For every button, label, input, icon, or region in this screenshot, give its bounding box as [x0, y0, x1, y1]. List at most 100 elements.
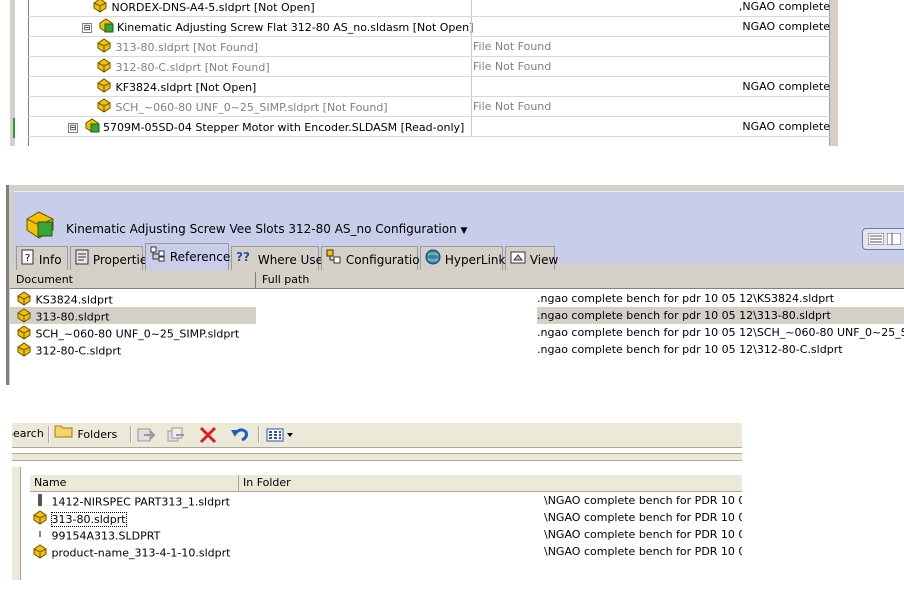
svg-text:??: ?? [236, 250, 250, 264]
part-icon [16, 341, 32, 362]
tree-row[interactable]: ⊟ 5709M-05SD-04 Stepper Motor with Encod… [28, 117, 830, 137]
tree-row-status: File Not Found [473, 60, 552, 73]
tree-left-marker [13, 118, 15, 138]
tab-properties[interactable]: Properties [70, 246, 153, 270]
assembly-icon [84, 117, 100, 139]
result-name: 313-80.sldprt [50, 511, 127, 527]
assembly-icon [24, 208, 56, 243]
collapse-icon[interactable]: ⊟ [68, 123, 78, 133]
result-folder: \NGAO complete bench for PDR 10 05 12 [544, 528, 742, 541]
part-icon [32, 543, 48, 564]
windows-explorer-panel: Search Folders Name In Folder 1 [12, 423, 742, 580]
copy-to-icon[interactable] [166, 426, 186, 447]
references-icon [150, 245, 166, 271]
reference-document: SCH_~060-80 UNF_0~25_SIMP.sldprt [35, 327, 240, 341]
tab-references[interactable]: References [145, 243, 237, 271]
reference-document: 313-80.sldprt [35, 310, 110, 324]
part-icon [96, 97, 112, 119]
tree-row[interactable]: KF3824.sldprt [Not Open] NGAO complete [28, 77, 830, 97]
results-column-header: Name In Folder [30, 475, 742, 492]
solidworks-explorer-panel: Kinematic Adjusting Screw Vee Slots 312-… [6, 185, 904, 385]
tab-info[interactable]: ? Info [16, 246, 68, 270]
result-folder: \NGAO complete bench for PDR 10 05 12 [544, 494, 742, 507]
explorer-left-pane-edge [12, 467, 21, 580]
hyperlinks-icon [425, 248, 441, 274]
column-document[interactable]: Document [10, 272, 256, 288]
tree-row-bench: ,NGAO complete [738, 0, 830, 13]
tree-row-label: KF3824.sldprt [Not Open] [115, 81, 257, 94]
part-icon [96, 77, 112, 99]
assembly-tree-panel: NORDEX-DNS-A4-5.sldprt [Not Open] ,NGAO … [10, 0, 838, 146]
configurations-icon [326, 248, 342, 274]
info-icon: ? [21, 248, 35, 274]
reference-row[interactable]: SCH_~060-80 UNF_0~25_SIMP.sldprt .ngao c… [10, 324, 904, 341]
reference-row[interactable]: 312-80-C.sldprt .ngao complete bench for… [10, 341, 904, 358]
tree-row-status: File Not Found [473, 100, 552, 113]
tab-configurations[interactable]: Configurations [321, 246, 433, 270]
tree-scrollbar[interactable] [829, 0, 838, 146]
tree-row-bench: NGAO complete [742, 20, 830, 33]
tree-row[interactable]: 313-80.sldprt [Not Found] File Not Found [28, 37, 830, 57]
reference-path: .ngao complete bench for pdr 10 05 12\SC… [537, 326, 904, 339]
views-icon[interactable] [266, 427, 296, 446]
tree-row-bench: NGAO complete [742, 80, 830, 93]
dropdown-arrow-icon[interactable]: ▼ [461, 226, 468, 236]
undo-icon[interactable] [230, 426, 250, 447]
column-in-folder[interactable]: In Folder [239, 475, 742, 491]
tree-row-bench: NGAO complete [742, 120, 830, 133]
assembly-icon [98, 17, 114, 39]
delete-icon[interactable] [198, 426, 218, 447]
tree-row[interactable]: 312-80-C.sldprt [Not Found] File Not Fou… [28, 57, 830, 77]
result-name: 99154A313.SLDPRT [51, 529, 161, 543]
folders-button[interactable]: Folders [54, 423, 117, 445]
references-list: Document Full path KS3824.sldprt .ngao c… [10, 272, 904, 385]
view-icon [510, 248, 526, 274]
tree-row-label: SCH_~060-80 UNF_0~25_SIMP.sldprt [Not Fo… [115, 101, 388, 114]
explorer-separator-band [12, 453, 742, 461]
result-row[interactable]: 313-80.sldprt \NGAO complete bench for P… [30, 509, 742, 527]
tree-row-status: File Not Found [473, 40, 552, 53]
reference-row-selected[interactable]: 313-80.sldprt .ngao complete bench for p… [10, 307, 904, 324]
tree-row[interactable]: ⊟ Kinematic Adjusting Screw Flat 312-80 … [28, 17, 830, 37]
tree-row-label: Kinematic Adjusting Screw Flat 312-80 AS… [117, 21, 474, 34]
tree-row-label: 313-80.sldprt [Not Found] [115, 41, 258, 54]
configuration-title[interactable]: Kinematic Adjusting Screw Vee Slots 312-… [66, 222, 467, 236]
tab-view[interactable]: View [505, 246, 558, 270]
document-title: Kinematic Adjusting Screw Vee Slots 312-… [66, 222, 457, 236]
column-name[interactable]: Name [30, 475, 239, 491]
result-folder: \NGAO complete bench for PDR 10 05 12 [544, 511, 742, 524]
tab-hyperlinks[interactable]: HyperLinks [420, 246, 512, 270]
tree-row-label: 5709M-05SD-04 Stepper Motor with Encoder… [103, 121, 465, 134]
explorer-left-edge [6, 185, 9, 385]
explorer-toolbar: Search Folders [12, 423, 742, 448]
tree-row[interactable]: NORDEX-DNS-A4-5.sldprt [Not Open] ,NGAO … [28, 0, 830, 17]
reference-path: .ngao complete bench for pdr 10 05 12\31… [537, 343, 843, 356]
details-view-icon[interactable] [886, 232, 902, 248]
view-mode-buttons[interactable] [862, 228, 904, 250]
reference-document: 312-80-C.sldprt [35, 344, 122, 358]
part-icon [96, 37, 112, 59]
tree-row-label: NORDEX-DNS-A4-5.sldprt [Not Open] [111, 1, 315, 14]
tree-row[interactable]: SCH_~060-80 UNF_0~25_SIMP.sldprt [Not Fo… [28, 97, 830, 117]
result-name: product-name_313-4-1-10.sldprt [51, 546, 231, 560]
collapse-icon[interactable]: ⊟ [82, 23, 92, 33]
properties-icon [75, 248, 89, 274]
tree-row-label: 312-80-C.sldprt [Not Found] [115, 61, 270, 74]
result-row[interactable]: 1412-NIRSPEC PART313_1.sldprt \NGAO comp… [30, 492, 742, 509]
column-full-path[interactable]: Full path [256, 272, 904, 288]
reference-path: .ngao complete bench for pdr 10 05 12\KS… [537, 292, 835, 305]
tab-where-used[interactable]: ?? Where Used [231, 246, 331, 270]
references-column-header: Document Full path [10, 272, 904, 289]
result-row[interactable]: 99154A313.SLDPRT \NGAO complete bench fo… [30, 526, 742, 543]
part-icon [96, 57, 112, 79]
tree-row-partial [28, 137, 830, 146]
search-button[interactable]: Search [12, 423, 44, 445]
list-view-icon[interactable] [867, 232, 885, 248]
result-row[interactable]: product-name_313-4-1-10.sldprt \NGAO com… [30, 543, 742, 560]
move-to-icon[interactable] [136, 426, 156, 447]
reference-row[interactable]: KS3824.sldprt .ngao complete bench for p… [10, 290, 904, 307]
svg-text:?: ? [25, 253, 30, 264]
reference-document: KS3824.sldprt [35, 293, 113, 307]
result-name: 1412-NIRSPEC PART313_1.sldprt [51, 495, 230, 509]
folder-icon [54, 423, 74, 447]
